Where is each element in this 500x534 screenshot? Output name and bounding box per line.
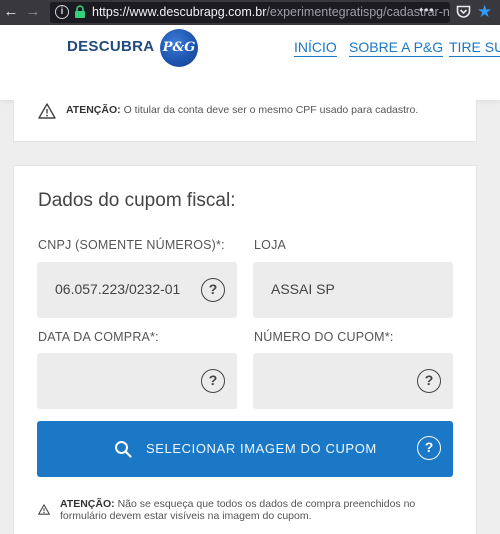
address-bar[interactable]: i https://www.descubrapg.com.br/experime… (50, 2, 450, 23)
lock-icon[interactable] (73, 5, 87, 19)
warning-icon (38, 504, 50, 515)
url-text: https://www.descubrapg.com.br/experiment… (92, 5, 450, 19)
cnpj-field[interactable]: 06.057.223/0232-01 ? (37, 262, 237, 318)
cpf-notice: ATENÇÃO: O titular da conta deve ser o m… (66, 104, 419, 116)
numero-cupom-help-icon[interactable]: ? (417, 369, 441, 393)
upload-button-label: SELECIONAR IMAGEM DO CUPOM (146, 441, 377, 456)
browser-toolbar: ← → i https://www.descubrapg.com.br/expe… (0, 0, 500, 25)
cnpj-label: CNPJ (SOMENTE NÚMEROS)*: (38, 238, 225, 252)
numero-cupom-field[interactable]: ? (253, 353, 453, 409)
coupon-data-notice: ATENÇÃO: Não se esqueça que todos os dad… (60, 498, 416, 522)
warning-icon (38, 103, 56, 119)
pg-logo[interactable]: P&G (160, 29, 198, 67)
back-arrow-icon[interactable]: ← (2, 3, 20, 21)
page-actions-icon[interactable]: ••• (419, 4, 435, 16)
select-coupon-image-button[interactable]: SELECIONAR IMAGEM DO CUPOM ? (37, 421, 453, 477)
brand-wordmark[interactable]: DESCUBRA (67, 38, 154, 55)
data-compra-label: DATA DA COMPRA*: (38, 330, 159, 344)
loja-label: LOJA (254, 238, 287, 252)
data-compra-field[interactable]: ? (37, 353, 237, 409)
search-icon (115, 441, 132, 458)
upload-help-icon[interactable]: ? (417, 436, 441, 460)
pocket-icon[interactable] (456, 5, 471, 19)
data-compra-help-icon[interactable]: ? (201, 369, 225, 393)
form-title: Dados do cupom fiscal: (38, 190, 236, 211)
info-icon[interactable]: i (55, 5, 69, 19)
numero-cupom-label: NÚMERO DO CUPOM*: (254, 330, 394, 344)
loja-field[interactable]: ASSAI SP (253, 262, 453, 318)
loja-value: ASSAI SP (271, 281, 335, 297)
nav-tire-sua-link[interactable]: TIRE SUA (449, 40, 500, 57)
cnpj-help-icon[interactable]: ? (201, 278, 225, 302)
bookmark-star-icon[interactable]: ★ (477, 3, 495, 21)
nav-inicio-link[interactable]: INÍCIO (294, 40, 337, 57)
coupon-form-card (13, 165, 477, 534)
forward-arrow-icon[interactable]: → (24, 3, 42, 21)
nav-sobre-link[interactable]: SOBRE A P&G (349, 40, 444, 57)
site-header (0, 25, 500, 100)
cnpj-value: 06.057.223/0232-01 (55, 281, 181, 297)
